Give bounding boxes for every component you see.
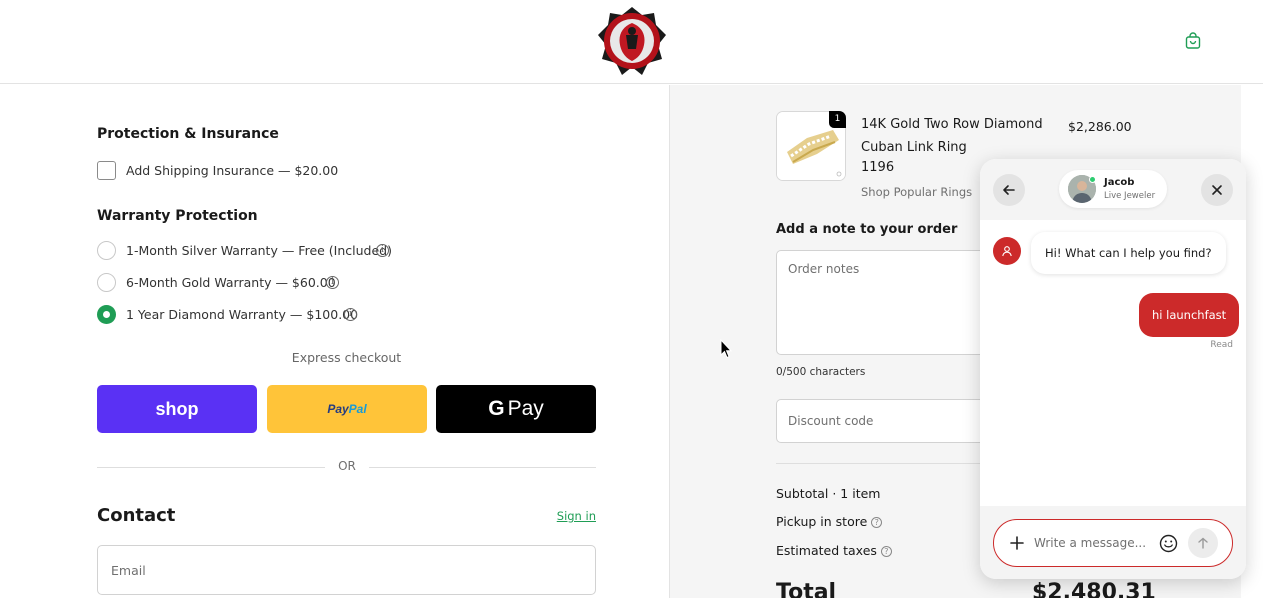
divider-line (369, 467, 596, 468)
warranty-option-gold-label[interactable]: 6-Month Gold Warranty — $60.00 (126, 275, 336, 290)
help-icon[interactable]: ? (880, 546, 892, 557)
red-shield-crest-logo-icon[interactable] (596, 5, 668, 77)
warranty-radio-silver[interactable] (97, 241, 116, 260)
warranty-option-silver-label[interactable]: 1-Month Silver Warranty — Free (Included… (126, 243, 392, 258)
pickup-row: Pickup in store? (776, 514, 883, 529)
total-label: Total (776, 580, 837, 598)
chat-composer (980, 506, 1246, 579)
emoji-icon[interactable] (1157, 532, 1179, 554)
info-icon[interactable]: i (326, 276, 339, 289)
shopping-bag-icon[interactable] (1184, 32, 1202, 50)
agent-role: Live Jeweler (1104, 191, 1156, 201)
protection-section-title: Protection & Insurance (97, 126, 279, 142)
user-icon (1002, 246, 1012, 257)
divider-line (97, 467, 325, 468)
arrow-up-icon (1198, 537, 1208, 549)
product-sku: 1196 (861, 160, 895, 175)
chat-header: Jacob Live Jeweler (980, 159, 1246, 220)
product-category: Shop Popular Rings (861, 185, 973, 199)
online-status-dot (1089, 176, 1096, 183)
site-header (0, 0, 1263, 84)
product-price: $2,286.00 (1068, 119, 1132, 134)
chat-back-button[interactable] (993, 174, 1025, 206)
express-checkout-title: Express checkout (291, 350, 402, 365)
outgoing-message: hi launchfast (1139, 293, 1240, 337)
plus-icon[interactable] (1006, 532, 1028, 554)
warranty-radio-gold[interactable] (97, 273, 116, 292)
taxes-row: Estimated taxes? (776, 543, 892, 558)
agent-info: Jacob Live Jeweler (1059, 170, 1167, 208)
total-value: $2,480.31 (1032, 580, 1156, 598)
close-icon (1212, 185, 1222, 195)
taxes-label: Estimated taxes (776, 543, 877, 558)
agent-name: Jacob (1104, 177, 1135, 188)
shop-pay-button[interactable]: shop (97, 385, 257, 433)
warranty-radio-diamond[interactable] (97, 305, 116, 324)
arrow-left-icon (1003, 185, 1015, 195)
sign-in-link[interactable]: Sign in (540, 509, 596, 523)
shipping-insurance-label[interactable]: Add Shipping Insurance — $20.00 (126, 163, 338, 178)
info-icon[interactable]: i (344, 308, 357, 321)
paypal-label-pay: Pay (327, 402, 349, 416)
read-receipt: Read (1210, 340, 1233, 350)
shop-pay-label: shop (155, 398, 199, 419)
paypal-button[interactable]: Pay Pal (267, 385, 427, 433)
pickup-label: Pickup in store (776, 514, 868, 529)
subtotal-label: Subtotal · 1 item (776, 486, 881, 501)
quantity-badge: 1 (829, 111, 846, 128)
notes-char-count: 0/500 characters (776, 366, 866, 378)
info-icon[interactable]: i (376, 244, 389, 257)
mouse-cursor-icon (720, 339, 732, 359)
warranty-option-diamond-label[interactable]: 1 Year Diamond Warranty — $100.00 (126, 307, 358, 322)
or-divider-label: OR (338, 459, 356, 473)
help-icon[interactable]: ? (871, 517, 883, 528)
shipping-insurance-checkbox[interactable] (97, 161, 116, 180)
warranty-section-title: Warranty Protection (97, 208, 258, 224)
paypal-label-pal: Pal (348, 402, 367, 416)
bot-avatar (993, 237, 1021, 265)
live-chat-widget: Jacob Live Jeweler Hi! What can I help y… (980, 159, 1246, 579)
product-name: 14K Gold Two Row Diamond Cuban Link Ring (861, 117, 1043, 155)
google-pay-button[interactable]: G Pay (436, 385, 596, 433)
google-g-icon: G (488, 397, 505, 420)
send-message-button[interactable] (1188, 528, 1218, 558)
google-pay-label: Pay (507, 397, 544, 420)
chat-close-button[interactable] (1201, 174, 1233, 206)
incoming-message: Hi! What can I help you find? (1031, 232, 1226, 274)
chat-input-container (993, 519, 1233, 567)
order-note-title: Add a note to your order (776, 222, 958, 237)
email-field[interactable] (97, 545, 596, 595)
contact-section-title: Contact (97, 505, 176, 526)
chat-message-input[interactable] (1034, 532, 1150, 554)
